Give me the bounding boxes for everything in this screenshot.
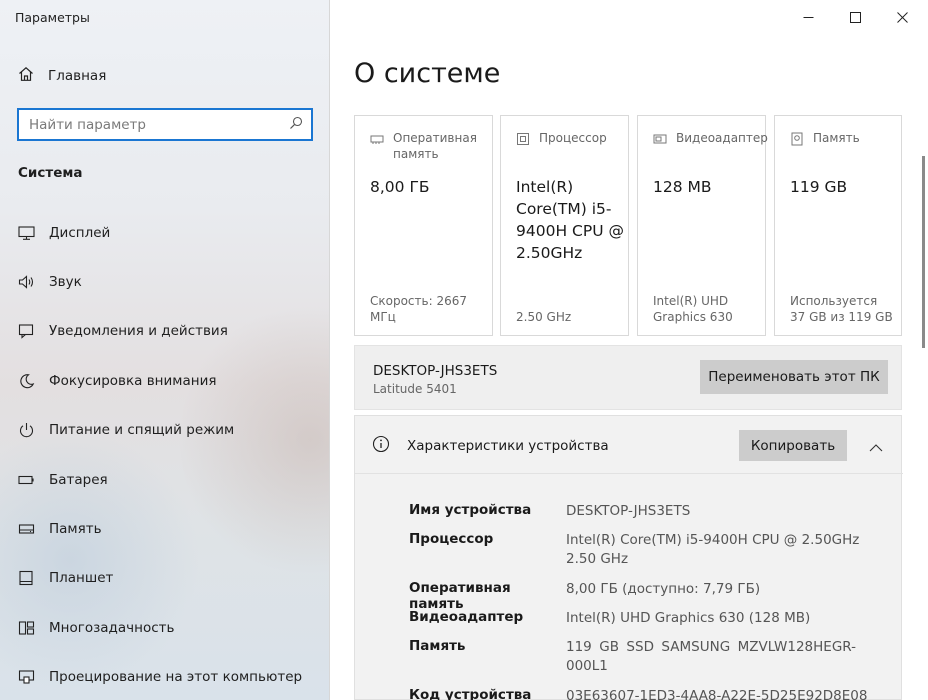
sidebar-item-label: Батарея [49,471,108,488]
multitasking-icon [17,619,35,637]
sidebar-item-label: Планшет [49,570,114,587]
tile-header: Процессор [539,131,607,145]
cpu-icon [516,132,530,146]
spec-value: Intel(R) UHD Graphics 630 (128 MB) [566,610,811,626]
scrollbar[interactable] [922,156,925,348]
page-title: О системе [354,58,501,89]
cpu-tile: Процессор Intel(R) Core(TM) i5-9400H CPU… [500,115,629,336]
projecting-icon [17,668,35,686]
sidebar-item-label: Звук [49,274,82,291]
close-icon [896,11,908,23]
spec-key: Видеоадаптер [409,609,524,625]
disk-icon [790,132,804,146]
sidebar-item-multitasking[interactable]: Многозадачность [0,603,329,652]
specs-title: Характеристики устройства [407,438,609,454]
tile-value: Intel(R) Core(TM) i5-9400H CPU @ 2.50GHz [516,178,624,262]
spec-key: Имя устройства [409,502,532,518]
spec-key: Процессор [409,531,494,547]
spec-key: Оперативная память [409,580,511,612]
window-title: Параметры [15,10,90,25]
rename-pc-button[interactable]: Переименовать этот ПК [700,360,888,394]
spec-key: Код устройства [409,687,532,700]
home-label: Главная [48,68,107,84]
tile-value: 128 MB [653,178,712,196]
sidebar-item-label: Питание и спящий режим [49,422,235,439]
sidebar-item-battery[interactable]: Батарея [0,455,329,504]
power-icon [17,421,35,439]
close-button[interactable] [879,0,925,34]
display-icon [17,224,35,242]
gpu-tile: Видеоадаптер 128 MB Intel(R) UHD Graphic… [637,115,768,336]
device-specs-panel: Характеристики устройства Копировать Имя… [354,415,903,700]
spec-key: Память [409,638,466,654]
device-model: Latitude 5401 [373,382,457,396]
home-icon [18,66,34,86]
search-input[interactable] [29,116,289,133]
sidebar: Параметры Главная Система Дисплей Звук У… [0,0,330,700]
spec-value: 03E63607-1ED3-4AA8-A22E-5D25E92D8E08 [566,688,868,700]
sidebar-item-tablet[interactable]: Планшет [0,554,329,603]
sidebar-item-display[interactable]: Дисплей [0,208,329,257]
home-link[interactable]: Главная [18,66,106,86]
minimize-icon [803,16,813,18]
notifications-icon [17,322,35,340]
maximize-icon [849,11,861,23]
section-title: Система [18,165,83,181]
tile-header: Оперативная память [393,131,477,161]
storage-tile: Память 119 GB Используется 37 GB из 119 … [774,115,902,336]
tile-header: Видеоадаптер [676,131,768,145]
maximize-button[interactable] [832,0,878,34]
spec-value: DESKTOP-JHS3ETS [566,503,691,519]
tile-value: 8,00 ГБ [370,178,430,196]
sidebar-item-label: Фокусировка внимания [49,372,217,389]
ram-icon [370,132,384,146]
storage-icon [17,520,35,538]
battery-icon [17,471,35,489]
tablet-icon [17,569,35,587]
sidebar-item-label: Многозадачность [49,619,175,636]
spec-row: Процессор Intel(R) Core(TM) i5-9400H CPU… [409,531,866,569]
sidebar-item-focus[interactable]: Фокусировка внимания [0,356,329,405]
tile-footer: 2.50 GHz [516,310,572,324]
spec-row: Код устройства 03E63607-1ED3-4AA8-A22E-5… [409,687,867,700]
tile-value: 119 GB [790,178,848,196]
spec-row: Оперативная память 8,00 ГБ (доступно: 7,… [409,580,760,612]
tile-footer: Скорость: 2667 МГц [370,294,467,324]
sidebar-item-label: Проецирование на этот компьютер [49,669,303,686]
spec-value: Intel(R) Core(TM) i5-9400H CPU @ 2.50GHz… [566,532,860,567]
ram-tile: Оперативная память 8,00 ГБ Скорость: 266… [354,115,493,336]
chevron-up-icon[interactable] [869,438,883,457]
speaker-icon [17,273,35,291]
tile-footer: Intel(R) UHD Graphics 630 [653,294,733,324]
device-name: DESKTOP-JHS3ETS [373,363,498,379]
info-icon [372,435,390,457]
search-box[interactable] [17,108,313,141]
sidebar-item-storage[interactable]: Память [0,504,329,553]
moon-icon [17,372,35,390]
sidebar-item-label: Уведомления и действия [49,323,228,340]
device-name-bar: DESKTOP-JHS3ETS Latitude 5401 Переименов… [354,345,902,410]
spec-row: Видеоадаптер Intel(R) UHD Graphics 630 (… [409,609,810,628]
spec-value: 119 GB SSD SAMSUNG MZVLW128HEGR-000L1 [566,639,856,674]
sidebar-nav: Дисплей Звук Уведомления и действия Фоку… [0,208,329,700]
search-icon[interactable] [289,115,303,134]
spec-value: 8,00 ГБ (доступно: 7,79 ГБ) [566,581,761,597]
minimize-button[interactable] [785,0,831,34]
sidebar-item-sound[interactable]: Звук [0,257,329,306]
tile-footer: Используется 37 GB из 119 GB [790,294,893,324]
spec-row: Имя устройства DESKTOP-JHS3ETS [409,502,690,521]
sidebar-item-label: Дисплей [49,224,111,241]
copy-button[interactable]: Копировать [739,430,847,461]
specs-header[interactable]: Характеристики устройства Копировать [355,416,903,474]
sidebar-item-label: Память [49,521,102,538]
gpu-icon [653,132,667,146]
sidebar-item-power[interactable]: Питание и спящий режим [0,406,329,455]
sidebar-item-notifications[interactable]: Уведомления и действия [0,307,329,356]
sidebar-item-projecting[interactable]: Проецирование на этот компьютер [0,653,329,700]
spec-row: Память 119 GB SSD SAMSUNG MZVLW128HEGR-0… [409,638,856,676]
tile-header: Память [813,131,860,145]
